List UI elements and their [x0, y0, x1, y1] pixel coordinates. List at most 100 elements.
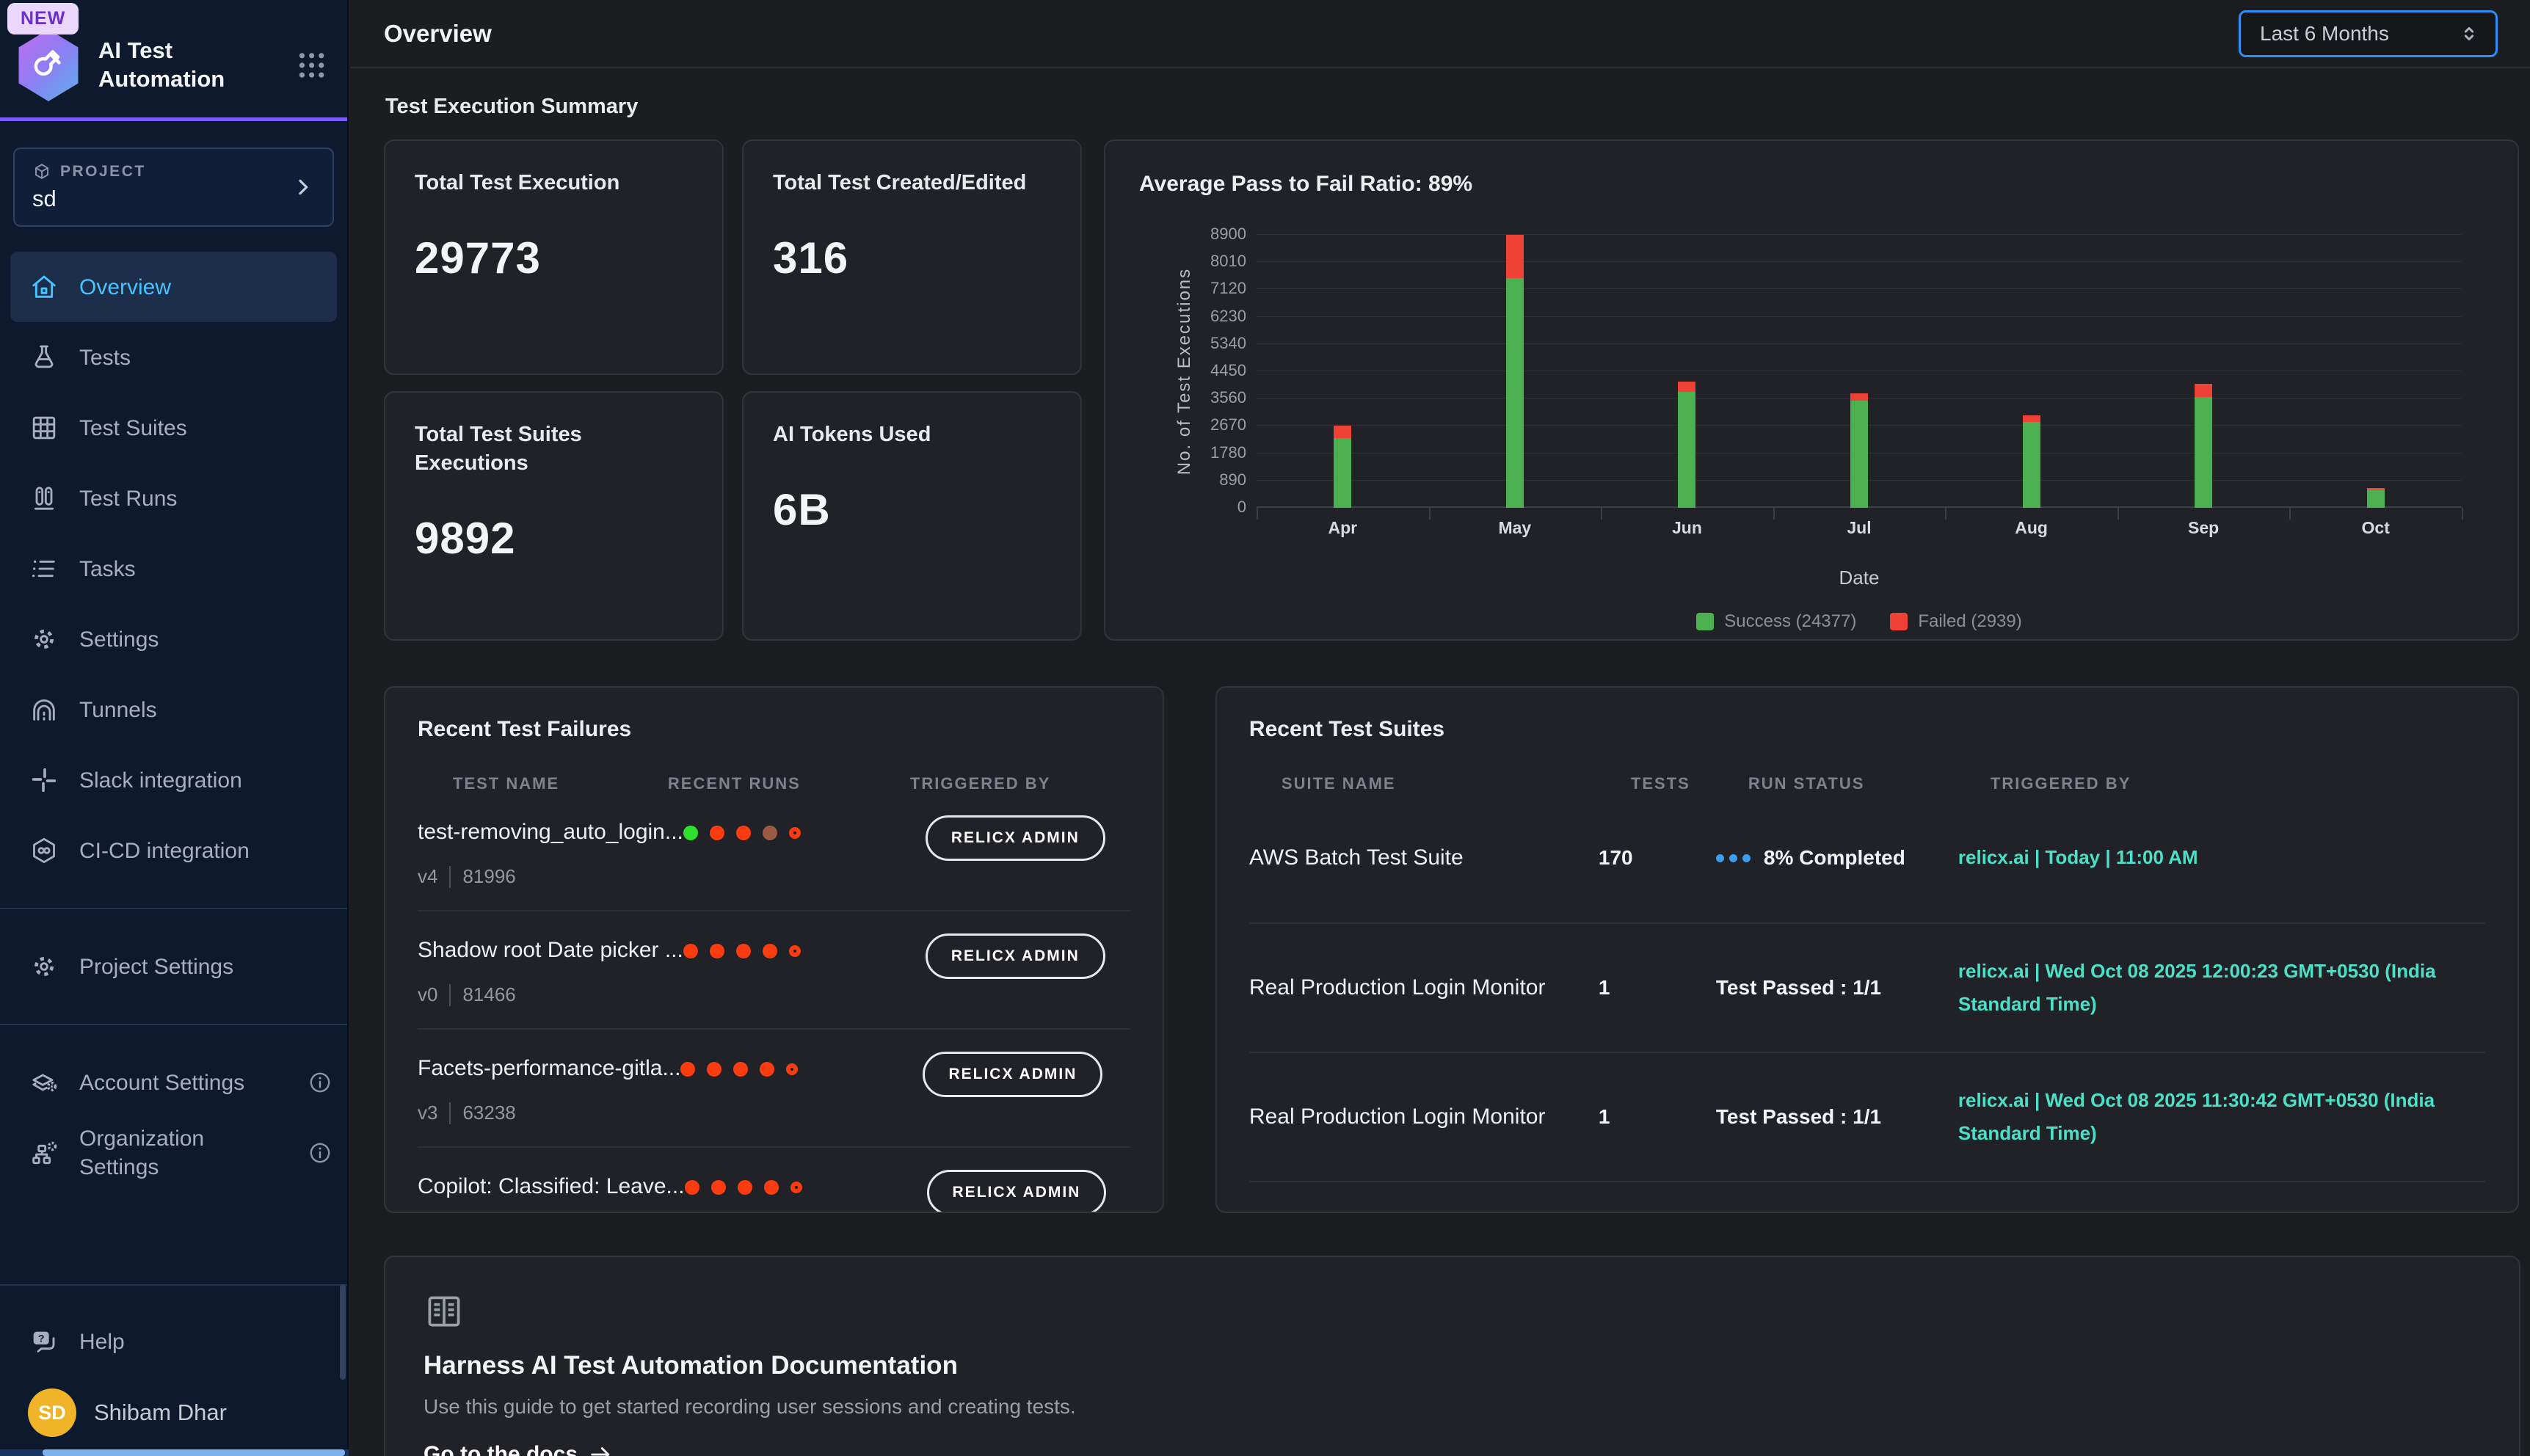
recent-runs-dots [683, 944, 926, 958]
sidebar-item-overview[interactable]: Overview [10, 252, 337, 322]
sidebar-horizontal-scrollbar-thumb[interactable] [43, 1449, 345, 1456]
run-dot-failed[interactable] [685, 1180, 699, 1195]
bar-apr [1334, 235, 1351, 508]
suite-triggered-by[interactable]: relicx.ai | Wed Oct 08 2025 11:00:44 GMT… [1958, 1213, 2485, 1214]
chart-legend: Success (24377)Failed (2939) [1235, 611, 2484, 632]
date-range-select[interactable]: Last 6 Months [2239, 10, 2498, 57]
test-name-cell: Shadow root Date picker ...v081466 [418, 938, 683, 1006]
main-area: Overview Last 6 Months Test Execution Su… [350, 0, 2530, 1456]
suite-status-text: Test Passed : 1/1 [1716, 1105, 1881, 1129]
suite-name[interactable]: AWS Batch Test Suite [1249, 845, 1599, 870]
triggered-by-button[interactable]: RELICX ADMIN [927, 1170, 1107, 1213]
run-dot-failed[interactable] [736, 944, 751, 958]
user-row[interactable]: SD Shibam Dhar [0, 1377, 347, 1456]
run-dot-failed[interactable] [711, 1180, 726, 1195]
run-dot-current[interactable] [790, 1182, 802, 1193]
sidebar-item-label: Test Suites [79, 414, 187, 443]
docs-book-icon [424, 1291, 465, 1332]
loading-dots-icon [1716, 854, 1751, 862]
suite-status-text: 8% Completed [1764, 846, 1905, 870]
run-dot-success[interactable] [683, 826, 698, 840]
sidebar-item-project-settings[interactable]: Project Settings [0, 931, 347, 1002]
stat-card-title: Total Test Suites Executions [415, 421, 693, 478]
y-tick-label: 8010 [1151, 252, 1246, 271]
triggered-by-button[interactable]: RELICX ADMIN [926, 933, 1105, 979]
sidebar-item-test-runs[interactable]: Test Runs [0, 463, 347, 534]
project-selector[interactable]: PROJECT sd [13, 148, 334, 227]
suite-triggered-by[interactable]: relicx.ai | Wed Oct 08 2025 12:00:23 GMT… [1958, 955, 2485, 1022]
bar-jul [1850, 235, 1868, 508]
run-dot-current[interactable] [789, 945, 801, 957]
beaker-logo-icon [29, 46, 68, 85]
run-dot-failed[interactable] [680, 1062, 695, 1077]
triggered-by-button[interactable]: RELICX ADMIN [926, 815, 1105, 861]
app-title: AI Test Automation [98, 37, 279, 94]
run-dot-failed[interactable] [763, 944, 777, 958]
sidebar-item-test-suites[interactable]: Test Suites [0, 393, 347, 463]
sidebar-item-tasks[interactable]: Tasks [0, 534, 347, 604]
sidebar-project-nav: Project Settings [0, 931, 347, 1002]
test-name[interactable]: Copilot: Classified: Leave... [418, 1174, 685, 1199]
suites-table-body: AWS Batch Test Suite1708% Completedrelic… [1249, 793, 2485, 1213]
suite-run-status: 8% Completed [1716, 846, 1958, 870]
info-icon[interactable] [308, 1140, 332, 1165]
run-dot-aborted[interactable] [763, 826, 777, 840]
test-name-cell: test-removing_auto_login...v481996 [418, 820, 683, 888]
sidebar-item-tests[interactable]: Tests [0, 322, 347, 393]
run-dot-failed[interactable] [733, 1062, 748, 1077]
sidebar-item-organization-settings[interactable]: Organization Settings [0, 1118, 347, 1188]
run-dot-failed[interactable] [710, 944, 724, 958]
run-dot-current[interactable] [786, 1063, 798, 1075]
run-dot-failed[interactable] [710, 826, 724, 840]
y-tick-label: 4450 [1151, 361, 1246, 380]
column-header-tests: TESTS [1631, 774, 1748, 793]
sidebar-item-settings[interactable]: Settings [0, 604, 347, 674]
x-tick-label: Oct [2362, 518, 2390, 538]
y-tick-label: 6230 [1151, 307, 1246, 326]
suite-triggered-by[interactable]: relicx.ai | Wed Oct 08 2025 11:30:42 GMT… [1958, 1084, 2485, 1151]
x-axis-title: Date [1235, 567, 2484, 589]
sidebar-item-ci-cd-integration[interactable]: CI-CD integration [0, 815, 347, 886]
column-header-test-name: TEST NAME [453, 774, 668, 793]
triggered-by-button[interactable]: RELICX ADMIN [923, 1052, 1102, 1097]
failures-table-header: TEST NAMERECENT RUNSTRIGGERED BY [418, 774, 1130, 793]
app-switcher-icon[interactable] [295, 48, 328, 82]
y-tick-label: 890 [1151, 470, 1246, 489]
column-header-triggered-by: TRIGGERED BY [910, 774, 1130, 793]
run-dot-failed[interactable] [736, 826, 751, 840]
sidebar-vertical-scrollbar[interactable] [340, 1284, 346, 1380]
suite-triggered-by[interactable]: relicx.ai | Today | 11:00 AM [1958, 841, 2485, 875]
x-tick-label: May [1498, 518, 1531, 538]
legend-swatch [1890, 613, 1908, 630]
sidebar-item-account-settings[interactable]: Account Settings [0, 1047, 347, 1118]
meta-divider [449, 866, 451, 888]
run-dot-failed[interactable] [683, 944, 698, 958]
test-name[interactable]: Facets-performance-gitla... [418, 1056, 680, 1081]
run-dot-failed[interactable] [764, 1180, 779, 1195]
run-dot-failed[interactable] [707, 1062, 721, 1077]
info-icon[interactable] [308, 1070, 332, 1095]
bar-segment-success [1334, 438, 1351, 508]
go-to-docs-link[interactable]: Go to the docs [424, 1442, 613, 1456]
x-tick-label: Sep [2188, 518, 2219, 538]
suite-name[interactable]: Real Production Login Monitor [1249, 1104, 1599, 1129]
bar-segment-success [1850, 401, 1868, 508]
sidebar: NEW AI Test Automation PROJECT sd O [0, 0, 349, 1456]
chevron-right-icon [291, 175, 315, 199]
bar-aug [2023, 235, 2040, 508]
legend-label: Failed (2939) [1918, 611, 2021, 632]
avatar: SD [28, 1388, 76, 1437]
test-name[interactable]: test-removing_auto_login... [418, 820, 683, 845]
run-dot-current[interactable] [789, 827, 801, 839]
test-run-id: 81466 [462, 983, 515, 1006]
sidebar-item-tunnels[interactable]: Tunnels [0, 674, 347, 745]
suite-name[interactable]: Real Production Login Monitor [1249, 975, 1599, 1000]
run-dot-failed[interactable] [760, 1062, 774, 1077]
run-dot-failed[interactable] [738, 1180, 752, 1195]
columns-icon [29, 484, 59, 513]
sidebar-item-help[interactable]: Help [0, 1306, 347, 1377]
test-version: v3 [418, 1102, 437, 1124]
sidebar-item-slack-integration[interactable]: Slack integration [0, 745, 347, 815]
test-name[interactable]: Shadow root Date picker ... [418, 938, 683, 963]
sidebar-item-label: Account Settings [79, 1069, 244, 1097]
